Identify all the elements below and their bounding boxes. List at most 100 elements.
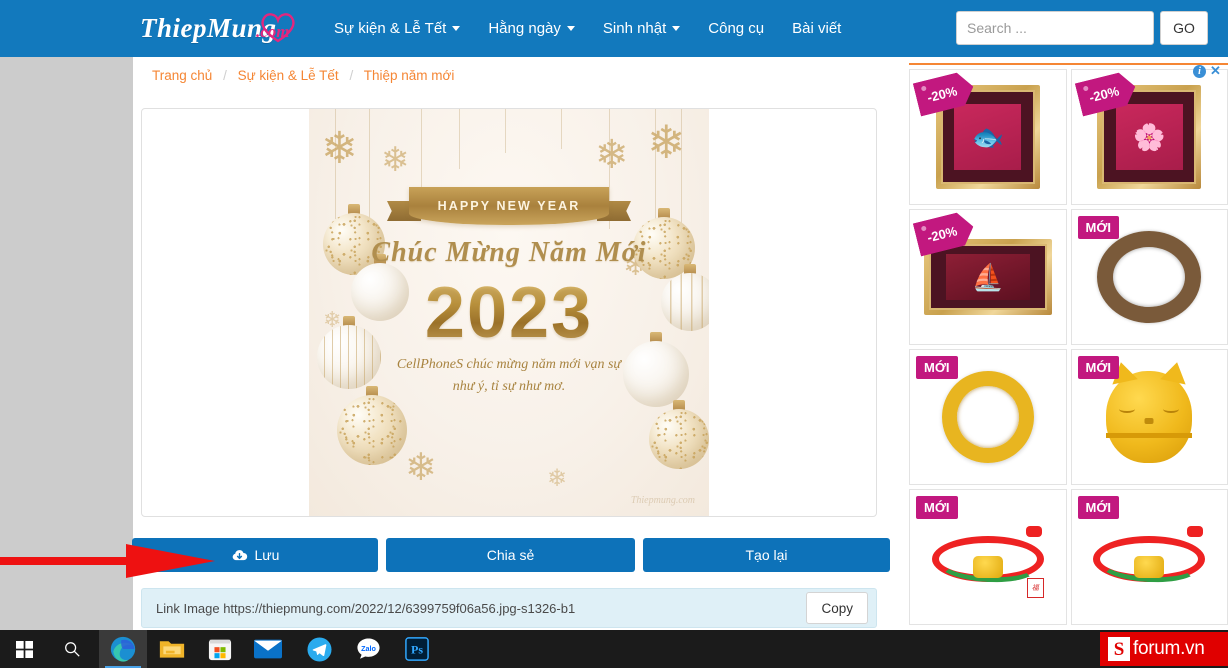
sforum-watermark: S forum.vn — [1100, 632, 1228, 666]
ad-item[interactable]: MỚI — [1070, 349, 1228, 485]
menu-label: Bài viết — [792, 20, 842, 37]
ornament-ball — [649, 400, 709, 469]
search-button[interactable] — [48, 630, 96, 668]
card-wish-text: CellPhoneS chúc mừng năm mới vạn sự như … — [349, 354, 669, 397]
badge-label: -20% — [925, 82, 959, 105]
adchoices-controls: i ✕ — [1193, 64, 1222, 78]
menu-label: Sự kiện & Lễ Tết — [334, 20, 447, 37]
snowflake-icon: ❄ — [547, 465, 568, 492]
menu-item-su-kien-le-tet[interactable]: Sự kiện & Lễ Tết — [320, 0, 474, 57]
snowflake-icon: ❄ — [321, 124, 358, 173]
snowflake-icon: ❄ — [647, 116, 686, 168]
mail-icon — [254, 639, 282, 659]
card-preview-frame: ❄ ❄ ❄ ❄ ❄ ❄ ❄ ❄ ❄ — [141, 108, 877, 517]
ad-item[interactable]: -20% 🌸 — [1070, 69, 1228, 205]
wish-line-2: như ý, tỉ sự như mơ. — [452, 378, 566, 394]
start-button[interactable] — [0, 630, 48, 668]
menu-label: Công cụ — [708, 20, 765, 37]
mail-button[interactable] — [244, 630, 292, 668]
sforum-mark: S — [1108, 637, 1130, 661]
windows-logo-icon — [15, 640, 33, 658]
menu-item-hang-ngay[interactable]: Hằng ngày — [474, 0, 589, 57]
snowflake-icon: ❄ — [405, 447, 437, 489]
badge-label: -20% — [925, 222, 959, 245]
ad-sidebar: i ✕ -20% 🐟 -20% 🌸 -20% ⛵ MỚI MỚI MỚI MỚI… — [902, 57, 1228, 668]
greeting-card-image[interactable]: ❄ ❄ ❄ ❄ ❄ ❄ ❄ ❄ ❄ — [309, 109, 709, 516]
svg-text:Zalo: Zalo — [361, 643, 376, 652]
menu-item-cong-cu[interactable]: Công cụ — [694, 0, 778, 57]
svg-text:Ps: Ps — [411, 643, 423, 657]
telegram-icon — [306, 636, 332, 662]
wish-line-1: CellPhoneS chúc mừng năm mới vạn sự — [396, 357, 622, 372]
breadcrumb-separator: / — [223, 68, 227, 83]
zalo-icon: Zalo — [356, 637, 380, 659]
info-icon[interactable]: i — [1193, 65, 1206, 78]
main-menu: Sự kiện & Lễ Tết Hằng ngày Sinh nhật Côn… — [320, 0, 855, 57]
copy-link-button[interactable]: Copy — [806, 592, 868, 624]
recreate-button[interactable]: Tạo lại — [643, 538, 890, 572]
breadcrumb-item-current[interactable]: Thiệp năm mới — [364, 68, 455, 83]
new-badge: MỚI — [916, 496, 958, 519]
microsoft-store-button[interactable] — [196, 630, 244, 668]
snowflake-icon: ❄ — [381, 141, 410, 179]
new-badge: MỚI — [916, 356, 958, 379]
search-go-button[interactable]: GO — [1160, 11, 1208, 45]
new-badge: MỚI — [1077, 496, 1120, 519]
menu-label: Hằng ngày — [488, 20, 561, 37]
edge-icon — [110, 636, 136, 662]
breadcrumb-item-category[interactable]: Sự kiện & Lễ Tết — [238, 68, 339, 83]
breadcrumb: Trang chủ / Sự kiện & Lễ Tết / Thiệp năm… — [152, 68, 454, 83]
download-cloud-icon — [232, 549, 247, 560]
menu-item-sinh-nhat[interactable]: Sinh nhật — [589, 0, 694, 57]
ad-item[interactable]: -20% ⛵ — [909, 209, 1067, 345]
ad-item[interactable]: MỚI — [1070, 209, 1228, 345]
search-input[interactable] — [956, 11, 1154, 45]
site-logo[interactable]: ThiepMung .com — [140, 8, 315, 48]
action-button-row: Lưu Chia sẻ Tạo lại — [132, 538, 902, 572]
close-icon[interactable]: ✕ — [1209, 64, 1222, 78]
new-badge: MỚI — [1077, 356, 1120, 379]
ad-item[interactable]: MỚI — [1070, 489, 1228, 625]
sforum-text: forum.vn — [1133, 638, 1205, 659]
red-arrow-annotation — [0, 544, 215, 578]
search-area: GO — [956, 11, 1208, 45]
card-year: 2023 — [309, 272, 709, 354]
main-content: Trang chủ / Sự kiện & Lễ Tết / Thiệp năm… — [132, 57, 902, 668]
search-icon — [65, 642, 80, 657]
new-badge: MỚI — [1077, 216, 1120, 239]
badge-label: -20% — [1087, 82, 1121, 105]
ribbon-text: HAPPY NEW YEAR — [437, 199, 581, 213]
windows-taskbar: Zalo Ps S forum.vn — [0, 630, 1228, 668]
store-icon — [208, 639, 232, 661]
chevron-down-icon — [452, 26, 461, 31]
file-explorer-button[interactable] — [148, 630, 196, 668]
zalo-button[interactable]: Zalo — [344, 630, 392, 668]
folder-icon — [159, 641, 185, 658]
share-button[interactable]: Chia sẻ — [386, 538, 635, 572]
card-watermark: Thiepmung.com — [630, 495, 695, 506]
telegram-button[interactable] — [295, 630, 343, 668]
ad-top-divider — [909, 63, 1228, 65]
breadcrumb-separator: / — [349, 68, 354, 83]
ad-item[interactable]: -20% 🐟 — [909, 69, 1067, 205]
chevron-down-icon — [672, 26, 681, 31]
ornament-ball — [337, 386, 407, 465]
ad-grid: -20% 🐟 -20% 🌸 -20% ⛵ MỚI MỚI MỚI MỚI 福 M… — [909, 69, 1228, 625]
chevron-down-icon — [566, 26, 575, 31]
menu-item-bai-viet[interactable]: Bài viết — [778, 0, 855, 57]
card-script-greeting: Chúc Mừng Năm Mới — [371, 237, 647, 268]
top-navbar: ThiepMung .com Sự kiện & Lễ Tết Hằng ngà… — [0, 0, 1228, 57]
image-link-bar: Link Image https://thiepmung.com/2022/12… — [141, 588, 877, 628]
ad-item[interactable]: MỚI — [909, 349, 1067, 485]
image-link-text[interactable]: Link Image https://thiepmung.com/2022/12… — [156, 601, 806, 616]
edge-button[interactable] — [99, 630, 147, 668]
menu-label: Sinh nhật — [602, 20, 667, 37]
breadcrumb-item-home[interactable]: Trang chủ — [152, 68, 212, 83]
happy-new-year-ribbon: HAPPY NEW YEAR — [387, 187, 631, 229]
logo-suffix: .com — [256, 22, 290, 41]
snowflake-icon: ❄ — [595, 133, 629, 177]
photoshop-icon: Ps — [405, 637, 429, 661]
photoshop-button[interactable]: Ps — [393, 630, 441, 668]
ad-item[interactable]: MỚI 福 — [909, 489, 1067, 625]
save-button-label: Lưu — [254, 547, 280, 563]
